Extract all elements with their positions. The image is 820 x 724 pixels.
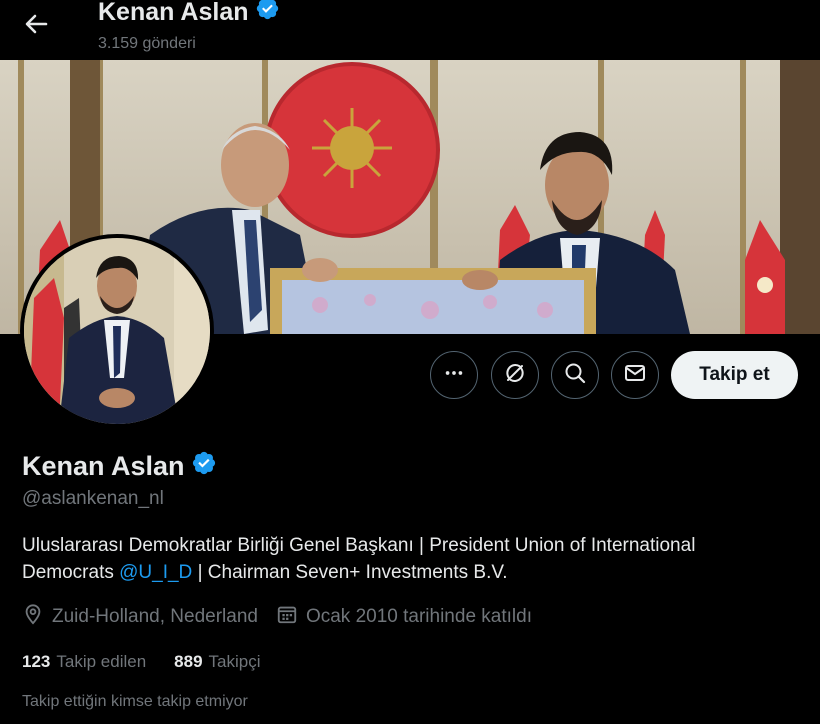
search-button[interactable]: [551, 351, 599, 399]
followed-by-note: Takip ettiğin kimse takip etmiyor: [22, 693, 248, 710]
verified-badge-icon: [255, 0, 280, 28]
bio-line-1: Uluslararası Demokratlar Birliği Genel B…: [22, 535, 696, 556]
following-link[interactable]: 123 Takip edilen: [22, 652, 146, 672]
location-text: Zuid-Holland, Nederland: [52, 606, 258, 627]
verified-badge-icon[interactable]: [191, 450, 217, 483]
bio-text-prefix: Democrats: [22, 562, 120, 583]
bio-line-2: Democrats @U_I_D | Chairman Seven+ Inves…: [22, 559, 802, 586]
message-button[interactable]: [611, 351, 659, 399]
message-icon: [623, 361, 647, 390]
profile-bio: Uluslararası Demokratlar Birliği Genel B…: [22, 532, 802, 586]
joined-text: Ocak 2010 tarihinde katıldı: [305, 606, 532, 627]
profile-avatar[interactable]: [20, 234, 214, 428]
back-arrow-icon[interactable]: [20, 8, 52, 40]
profile-name: Kenan Aslan: [22, 451, 185, 481]
followers-count: 889: [174, 652, 203, 671]
header-title: Kenan Aslan: [98, 0, 280, 28]
more-button[interactable]: [430, 351, 478, 399]
profile-meta: Zuid-Holland, Nederland Ocak 2010 tarihi…: [22, 603, 550, 631]
following-count: 123: [22, 652, 51, 671]
more-icon: [443, 362, 465, 389]
grok-button[interactable]: [491, 351, 539, 399]
post-count: 3.159 gönderi: [98, 35, 196, 52]
follow-stats: 123 Takip edilen 889 Takipçi: [22, 652, 289, 672]
following-label: Takip edilen: [56, 652, 147, 671]
profile-handle: @aslankenan_nl: [22, 488, 164, 509]
bio-mention-link[interactable]: @U_I_D: [119, 562, 192, 583]
grok-icon: [503, 361, 527, 390]
header-name: Kenan Aslan: [98, 0, 249, 26]
joined-item: Ocak 2010 tarihinde katıldı: [276, 603, 532, 631]
search-icon: [563, 361, 587, 390]
profile-name-row: Kenan Aslan: [22, 450, 217, 483]
followers-label: Takipçi: [208, 652, 261, 671]
bio-text-suffix: | Chairman Seven+ Investments B.V.: [192, 562, 508, 583]
location-pin-icon: [22, 603, 44, 631]
follow-button[interactable]: Takip et: [671, 351, 798, 399]
followers-link[interactable]: 889 Takipçi: [174, 652, 260, 672]
calendar-icon: [276, 603, 298, 631]
location-item: Zuid-Holland, Nederland: [22, 603, 258, 631]
profile-header: Kenan Aslan 3.159 gönderi: [0, 0, 820, 60]
